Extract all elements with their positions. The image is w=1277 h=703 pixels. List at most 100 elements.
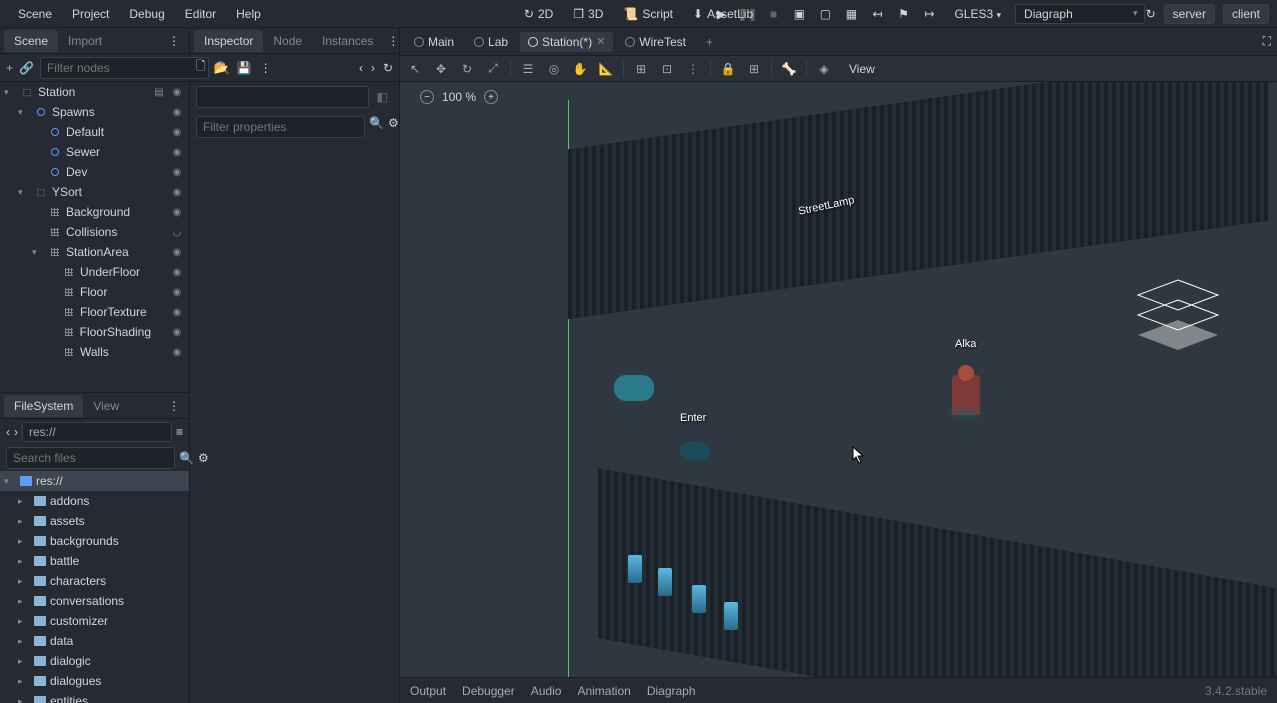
scene-tab[interactable]: WireTest xyxy=(617,32,694,52)
script-indicator-icon[interactable] xyxy=(151,327,167,338)
visibility-toggle-icon[interactable]: ◉ xyxy=(169,167,185,178)
scene-tree-item[interactable]: Background◉ xyxy=(0,202,189,222)
save-resource-button[interactable]: 💾 xyxy=(237,61,252,75)
reload-button[interactable]: ↻ xyxy=(1146,7,1156,21)
scene-filter-input[interactable] xyxy=(40,57,209,79)
fs-folder-item[interactable]: ▸data xyxy=(0,631,189,651)
move-tool-button[interactable]: ✥ xyxy=(432,60,450,78)
tab-scene[interactable]: Scene xyxy=(4,30,58,52)
view-menu-button[interactable]: View xyxy=(841,62,883,76)
rotate-tool-button[interactable]: ↻ xyxy=(458,60,476,78)
script-indicator-icon[interactable] xyxy=(151,107,167,118)
tab-output[interactable]: Output xyxy=(410,684,446,698)
play-custom-button[interactable]: ▢ xyxy=(814,3,836,25)
visibility-toggle-icon[interactable]: ◉ xyxy=(169,307,185,318)
history-back-button[interactable]: ‹ xyxy=(359,61,363,75)
close-tab-button[interactable]: ✕ xyxy=(596,35,605,48)
zoom-level-label[interactable]: 100 % xyxy=(442,90,476,104)
script-indicator-icon[interactable] xyxy=(151,167,167,178)
script-indicator-icon[interactable] xyxy=(151,187,167,198)
mode-assetlib-button[interactable]: ⬇ AssetLib xyxy=(685,5,761,23)
select-tool-button[interactable]: ↖ xyxy=(406,60,424,78)
nav-forward-button[interactable]: › xyxy=(14,425,18,439)
tab-instances[interactable]: Instances xyxy=(312,30,383,52)
history-menu-button[interactable]: ↻ xyxy=(383,61,393,75)
mode-3d-button[interactable]: ❒ 3D xyxy=(565,5,611,23)
script-indicator-icon[interactable] xyxy=(151,347,167,358)
dock-menu-icon[interactable]: ⋮ xyxy=(164,399,185,413)
add-node-button[interactable]: + xyxy=(6,59,13,77)
zoom-out-button[interactable]: − xyxy=(420,90,434,104)
visibility-toggle-icon[interactable]: ◉ xyxy=(169,287,185,298)
scene-tree-item[interactable]: Walls◉ xyxy=(0,342,189,362)
visibility-toggle-icon[interactable]: ◉ xyxy=(169,87,185,98)
fs-folder-item[interactable]: ▸addons xyxy=(0,491,189,511)
script-indicator-icon[interactable] xyxy=(151,207,167,218)
nav-back-button[interactable]: ‹ xyxy=(6,425,10,439)
canvas-area[interactable]: StreetLamp Alka Enter xyxy=(418,100,1277,677)
scene-tree-item[interactable]: Default◉ xyxy=(0,122,189,142)
script-indicator-icon[interactable] xyxy=(151,267,167,278)
menu-help[interactable]: Help xyxy=(226,7,271,21)
tab-audio[interactable]: Audio xyxy=(531,684,562,698)
scene-tree-item[interactable]: ▾StationArea◉ xyxy=(0,242,189,262)
mode-script-button[interactable]: 📜 Script xyxy=(615,5,681,23)
portal-sprite[interactable] xyxy=(680,441,710,461)
smart-snap-button[interactable]: ⊡ xyxy=(658,60,676,78)
server-button[interactable]: server xyxy=(1164,4,1215,24)
movie-button[interactable]: ▦ xyxy=(840,3,862,25)
fs-view-mode-button[interactable]: ≡ xyxy=(176,425,183,439)
tab-diagraph[interactable]: Diagraph xyxy=(647,684,696,698)
tab-view[interactable]: View xyxy=(83,395,129,417)
history-forward-button[interactable]: › xyxy=(371,61,375,75)
visibility-toggle-icon[interactable]: ◉ xyxy=(169,187,185,198)
script-indicator-icon[interactable] xyxy=(151,147,167,158)
bone-button[interactable]: 🦴 xyxy=(780,60,798,78)
script-indicator-icon[interactable] xyxy=(151,247,167,258)
script-indicator-icon[interactable] xyxy=(151,307,167,318)
fs-search-input[interactable] xyxy=(6,447,175,469)
fs-folder-item[interactable]: ▸conversations xyxy=(0,591,189,611)
visibility-toggle-icon[interactable]: ◉ xyxy=(169,107,185,118)
link-node-button[interactable]: 🔗 xyxy=(19,59,34,77)
filter-settings-button[interactable]: ⚙ xyxy=(388,116,399,138)
open-resource-button[interactable]: 📂 xyxy=(214,61,229,75)
scene-tree-item[interactable]: Sewer◉ xyxy=(0,142,189,162)
scene-tree-item[interactable]: ▾⬚Station▤◉ xyxy=(0,82,189,102)
tab-node[interactable]: Node xyxy=(263,30,312,52)
new-resource-button[interactable]: 🗋 xyxy=(196,57,206,78)
group-button[interactable]: ⊞ xyxy=(745,60,763,78)
fs-root-item[interactable]: ▾ res:// xyxy=(0,471,189,491)
lock-button[interactable]: 🔒 xyxy=(719,60,737,78)
menu-editor[interactable]: Editor xyxy=(175,7,226,21)
tab-inspector[interactable]: Inspector xyxy=(194,30,263,52)
resource-menu-button[interactable]: ⋮ xyxy=(260,61,272,75)
ruler-tool-button[interactable]: 📐 xyxy=(597,60,615,78)
crystal-sprite[interactable] xyxy=(628,555,642,583)
script-indicator-icon[interactable] xyxy=(151,287,167,298)
script-indicator-icon[interactable] xyxy=(151,127,167,138)
tab-filesystem[interactable]: FileSystem xyxy=(4,395,83,417)
tab-import[interactable]: Import xyxy=(58,30,112,52)
fs-folder-item[interactable]: ▸battle xyxy=(0,551,189,571)
renderer-selector[interactable]: GLES3 ▾ xyxy=(948,7,1007,21)
scene-tree[interactable]: ▾⬚Station▤◉▾Spawns◉Default◉Sewer◉Dev◉▾⬚Y… xyxy=(0,82,189,392)
visibility-toggle-icon[interactable]: ◉ xyxy=(169,267,185,278)
fs-folder-item[interactable]: ▸dialogues xyxy=(0,671,189,691)
override-camera-button[interactable]: ◈ xyxy=(815,60,833,78)
fs-folder-item[interactable]: ▸customizer xyxy=(0,611,189,631)
visibility-toggle-icon[interactable]: ◉ xyxy=(169,207,185,218)
zoom-in-button[interactable]: + xyxy=(484,90,498,104)
fs-folder-item[interactable]: ▸entities xyxy=(0,691,189,703)
fs-folder-item[interactable]: ▸backgrounds xyxy=(0,531,189,551)
visibility-toggle-icon[interactable]: ◉ xyxy=(169,347,185,358)
fs-path-field[interactable]: res:// xyxy=(22,422,172,442)
scene-tab[interactable]: Lab xyxy=(466,32,516,52)
character-sprite[interactable] xyxy=(952,375,980,415)
visibility-toggle-icon[interactable]: ◉ xyxy=(169,327,185,338)
project-selector[interactable]: Diagraph xyxy=(1015,4,1145,24)
menu-project[interactable]: Project xyxy=(62,7,119,21)
resource-extra-button[interactable]: ◧ xyxy=(376,90,387,104)
viewport-2d[interactable]: − 100 % + StreetLamp Alka Enter xyxy=(400,82,1277,677)
visibility-toggle-icon[interactable]: ◡ xyxy=(169,227,185,238)
